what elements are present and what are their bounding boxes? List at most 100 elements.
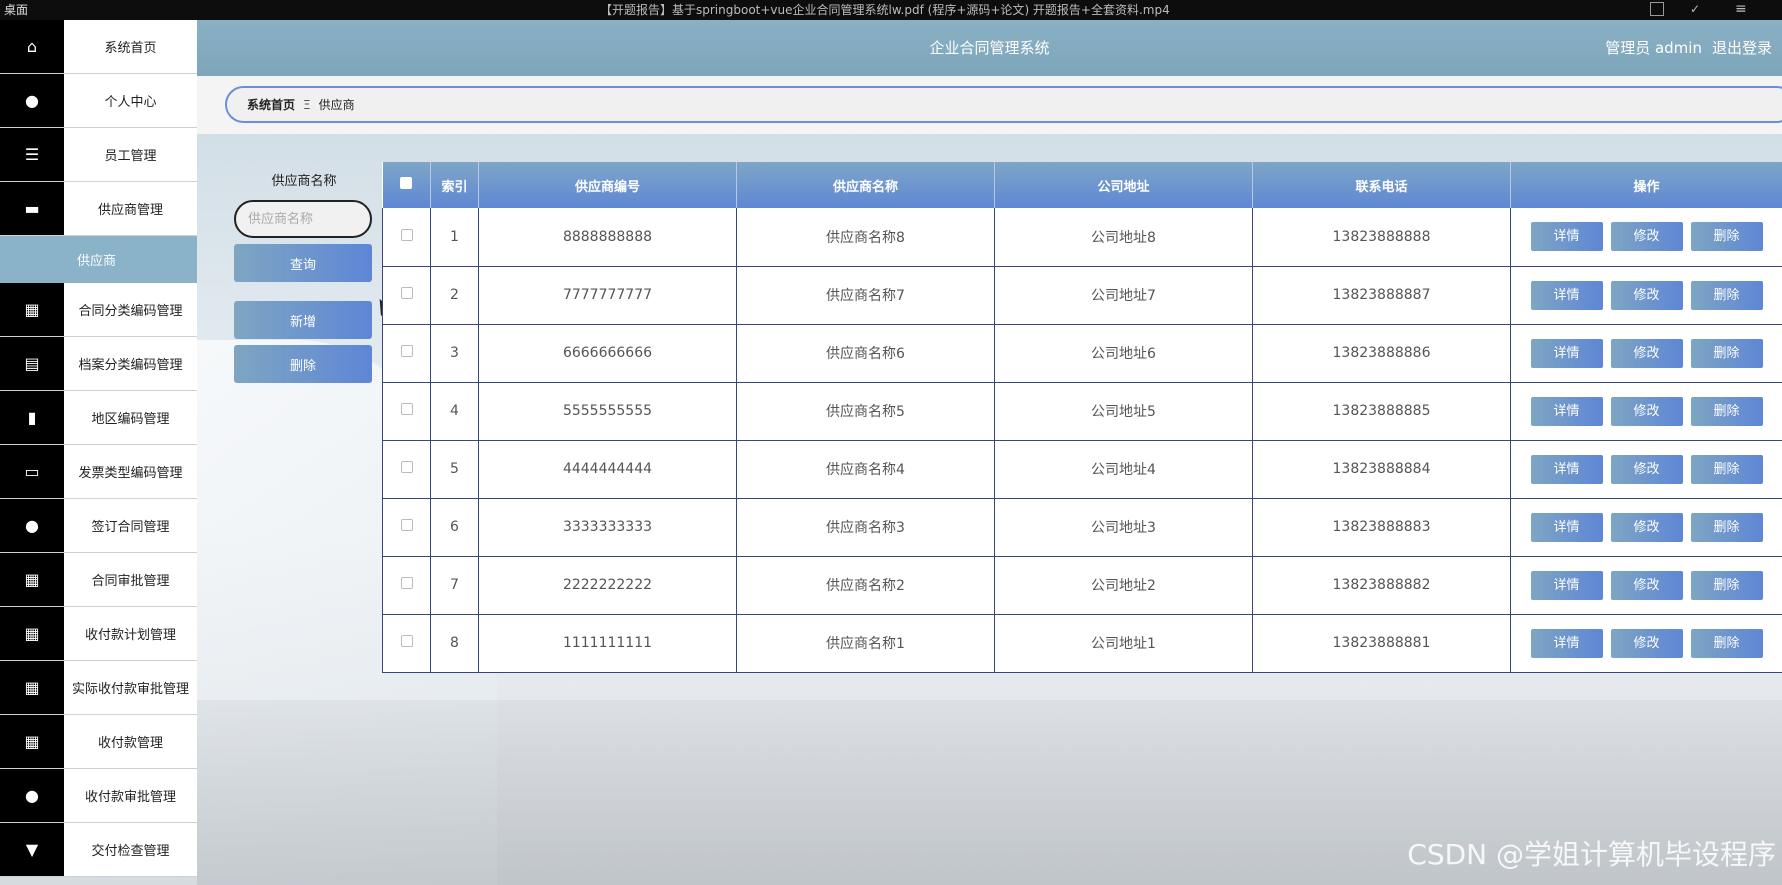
table-header-row: 索引 供应商编号 供应商名称 公司地址 联系电话 操作: [382, 162, 1782, 208]
sidebar-item[interactable]: ▬ 供应商管理: [0, 182, 197, 236]
sidebar-item[interactable]: ▤ 档案分类编码管理: [0, 337, 197, 391]
table-row: 3 6666666666 供应商名称6 公司地址6 13823888886 详情 修改 删除: [382, 324, 1782, 383]
chart-icon: ▮: [0, 391, 64, 444]
detail-button[interactable]: 详情: [1530, 628, 1603, 658]
breadcrumb: 系统首页 Ξ 供应商: [225, 86, 1782, 123]
table-row: 1 8888888888 供应商名称8 公司地址8 13823888888 详情 修改 删除: [382, 208, 1782, 267]
breadcrumb-separator-icon: Ξ: [303, 97, 311, 112]
delete-button[interactable]: 删除: [1690, 454, 1763, 484]
window-title-bar: 桌面 【开题报告】基于springboot+vue企业合同管理系统lw.pdf …: [0, 0, 1782, 20]
row-select-cell[interactable]: [382, 614, 431, 673]
sidebar-item-label: 档案分类编码管理: [78, 358, 183, 373]
edit-button[interactable]: 修改: [1610, 222, 1683, 252]
sidebar-item[interactable]: ☰ 员工管理: [0, 128, 197, 182]
cell-supplier-code: 5555555555: [478, 382, 737, 441]
monitor-icon: ▭: [0, 445, 64, 498]
select-all-header[interactable]: [382, 162, 431, 208]
query-button[interactable]: 查询: [234, 244, 372, 282]
sidebar-item[interactable]: ▦ 收付款管理: [0, 715, 197, 769]
breadcrumb-current: 供应商: [318, 98, 355, 112]
supplier-name-search-input[interactable]: [234, 200, 372, 238]
add-button[interactable]: 新增: [234, 301, 372, 339]
window-menu-icon[interactable]: ≡: [1735, 2, 1749, 16]
cell-index: 3: [430, 324, 479, 383]
select-all-checkbox[interactable]: [400, 177, 413, 189]
row-checkbox[interactable]: [400, 228, 413, 241]
delete-button[interactable]: 删除: [1690, 628, 1763, 658]
cell-supplier-name: 供应商名称3: [736, 498, 995, 557]
window-copy-icon[interactable]: [1650, 2, 1664, 16]
row-select-cell[interactable]: [382, 382, 431, 441]
delete-button[interactable]: 删除: [1690, 512, 1763, 542]
sidebar-subitem-supplier[interactable]: 供应商: [0, 236, 197, 283]
edit-button[interactable]: 修改: [1610, 396, 1683, 426]
sidebar-item-label: 员工管理: [104, 149, 157, 164]
row-checkbox[interactable]: [400, 345, 413, 357]
logout-link[interactable]: 退出登录: [1712, 39, 1772, 57]
grid-icon: ▦: [0, 283, 64, 336]
delete-button[interactable]: 删除: [1690, 280, 1763, 310]
row-select-cell[interactable]: [382, 208, 431, 267]
sidebar-item[interactable]: ▦ 实际收付款审批管理: [0, 661, 197, 715]
row-select-cell[interactable]: [382, 324, 431, 383]
row-checkbox[interactable]: [400, 635, 413, 647]
edit-button[interactable]: 修改: [1610, 628, 1683, 658]
sidebar: ⌂ 系统首页 ● 个人中心 ☰ 员工管理 ▬ 供应商管理供应商 ▦ 合同分类编码管理 ▤ 档案分类编码…: [0, 20, 197, 885]
detail-button[interactable]: 详情: [1530, 222, 1603, 252]
breadcrumb-home[interactable]: 系统首页: [247, 96, 295, 113]
cell-actions: 详情 修改 删除: [1510, 382, 1782, 441]
row-select-cell[interactable]: [382, 266, 431, 325]
sidebar-item[interactable]: ▦ 合同分类编码管理: [0, 283, 197, 337]
monitor-icon: ▬: [0, 182, 64, 235]
row-checkbox[interactable]: [400, 519, 413, 531]
supplier-table: 索引 供应商编号 供应商名称 公司地址 联系电话 操作 1 8888888888 供…: [382, 162, 1782, 673]
sidebar-item[interactable]: ▭ 发票类型编码管理: [0, 445, 197, 499]
edit-button[interactable]: 修改: [1610, 454, 1683, 484]
sidebar-item[interactable]: ▦ 收付款计划管理: [0, 607, 197, 661]
edit-button[interactable]: 修改: [1610, 512, 1683, 542]
sidebar-item-label: 地区编码管理: [91, 412, 170, 427]
delete-button[interactable]: 删除: [1690, 570, 1763, 600]
row-select-cell[interactable]: [382, 440, 431, 499]
table-row: 8 1111111111 供应商名称1 公司地址1 13823888881 详情 修改 删除: [382, 614, 1782, 673]
cell-actions: 详情 修改 删除: [1510, 208, 1782, 267]
window-check-icon[interactable]: ✓: [1690, 2, 1704, 16]
edit-button[interactable]: 修改: [1610, 570, 1683, 600]
sidebar-item[interactable]: ⌂ 系统首页: [0, 20, 197, 74]
cell-supplier-name: 供应商名称8: [736, 208, 995, 267]
cell-index: 1: [430, 208, 479, 267]
row-checkbox[interactable]: [400, 577, 413, 589]
detail-button[interactable]: 详情: [1530, 280, 1603, 310]
edit-button[interactable]: 修改: [1610, 338, 1683, 368]
clipboard-icon: ▤: [0, 337, 64, 390]
cell-phone: 13823888887: [1252, 266, 1511, 325]
sidebar-item[interactable]: ● 个人中心: [0, 74, 197, 128]
detail-button[interactable]: 详情: [1530, 338, 1603, 368]
batch-delete-button[interactable]: 删除: [234, 345, 372, 383]
edit-button[interactable]: 修改: [1610, 280, 1683, 310]
sidebar-item[interactable]: ▼ 交付检查管理: [0, 823, 197, 877]
cell-supplier-code: 4444444444: [478, 440, 737, 499]
row-select-cell[interactable]: [382, 498, 431, 557]
row-select-cell[interactable]: [382, 556, 431, 615]
sidebar-item[interactable]: ▦ 合同审批管理: [0, 553, 197, 607]
list-icon: ☰: [0, 128, 64, 181]
delete-button[interactable]: 删除: [1690, 396, 1763, 426]
sidebar-item[interactable]: ● 签订合同管理: [0, 499, 197, 553]
sidebar-item[interactable]: ▮ 地区编码管理: [0, 391, 197, 445]
sidebar-item-label: 供应商管理: [97, 203, 163, 218]
row-checkbox[interactable]: [400, 287, 413, 299]
header-phone: 联系电话: [1252, 162, 1511, 208]
delete-button[interactable]: 删除: [1690, 222, 1763, 252]
detail-button[interactable]: 详情: [1530, 512, 1603, 542]
delete-button[interactable]: 删除: [1690, 338, 1763, 368]
detail-button[interactable]: 详情: [1530, 570, 1603, 600]
row-checkbox[interactable]: [400, 461, 413, 473]
detail-button[interactable]: 详情: [1530, 396, 1603, 426]
detail-button[interactable]: 详情: [1530, 454, 1603, 484]
cell-company-address: 公司地址8: [994, 208, 1253, 267]
table-row: 7 2222222222 供应商名称2 公司地址2 13823888882 详情 修改 删除: [382, 556, 1782, 615]
sidebar-item-label: 实际收付款审批管理: [71, 682, 189, 697]
sidebar-item[interactable]: ● 收付款审批管理: [0, 769, 197, 823]
row-checkbox[interactable]: [400, 403, 413, 415]
